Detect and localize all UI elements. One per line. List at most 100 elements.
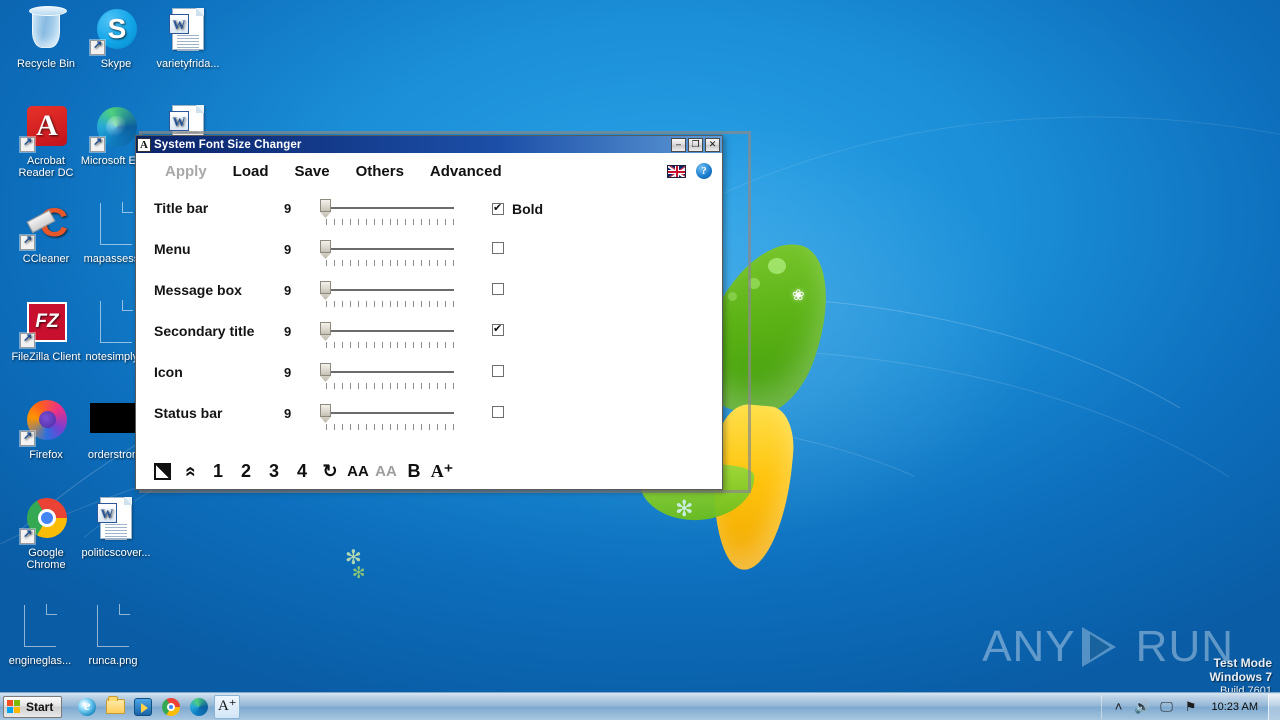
desktop[interactable]: ❀ ✻ ✻ ✻ Recycle BinSkypeWvarietyfrida...… [0, 0, 1280, 720]
slider-track[interactable] [326, 412, 454, 414]
preset-1-button[interactable]: 1 [204, 458, 232, 484]
desktop-icon-ccleaner[interactable]: CCleaner [8, 200, 84, 265]
menu-item-save[interactable]: Save [282, 161, 343, 182]
default-size-button[interactable] [148, 458, 176, 484]
taskbar-item-edge[interactable] [186, 695, 212, 719]
menu-item-list[interactable]: Apply Load Save Others Advanced [152, 161, 515, 182]
preset-4-button[interactable]: 4 [288, 458, 316, 484]
taskbar-item-windows-explorer[interactable] [102, 695, 128, 719]
bold-checkbox-wrapper[interactable] [454, 400, 504, 418]
bold-all-button[interactable]: B [400, 458, 428, 484]
slider-track[interactable] [326, 330, 454, 332]
font-size-slider[interactable] [314, 361, 454, 397]
font-size-slider[interactable] [314, 279, 454, 315]
bold-checkbox[interactable] [492, 283, 504, 295]
slider-thumb[interactable] [320, 322, 331, 335]
bold-checkbox-wrapper[interactable] [454, 236, 504, 254]
chrome-icon [20, 495, 70, 544]
bold-checkbox[interactable] [492, 365, 504, 377]
minimize-button[interactable]: – [671, 137, 686, 152]
desktop-icon-google-chrome[interactable]: Google Chrome [8, 495, 84, 571]
slider-thumb[interactable] [320, 240, 331, 253]
anyrun-watermark: ANY RUN [982, 622, 1234, 672]
window-titlebar[interactable]: A System Font Size Changer – ❐ ✕ [136, 136, 722, 153]
volume-icon[interactable]: 🔊 [1134, 698, 1152, 716]
slider-track[interactable] [326, 371, 454, 373]
taskbar[interactable]: Start A⁺ ˄ 🔊 🖵 ⚑ 10:23 AM [0, 692, 1280, 720]
menu-item-others[interactable]: Others [343, 161, 417, 182]
desktop-icon-politicscover[interactable]: Wpoliticscover... [78, 495, 154, 559]
slider-thumb[interactable] [320, 281, 331, 294]
bold-checkbox[interactable] [492, 201, 504, 215]
menubar-right-icons[interactable]: ? [667, 163, 722, 179]
font-size-slider[interactable] [314, 238, 454, 274]
bold-checkbox-wrapper[interactable]: Bold [454, 195, 543, 217]
maximize-button[interactable]: ❐ [688, 137, 703, 152]
anyrun-text-run: RUN [1135, 622, 1234, 671]
menu-item-load[interactable]: Load [220, 161, 282, 182]
bold-checkbox[interactable] [492, 242, 504, 254]
font-size-slider[interactable] [314, 402, 454, 438]
close-button[interactable]: ✕ [705, 137, 720, 152]
font-settings-rows[interactable]: Title bar9BoldMenu9Message box9Secondary… [136, 189, 722, 453]
refresh-button[interactable]: ↻ [316, 458, 344, 484]
desktop-icon-label: CCleaner [22, 253, 70, 265]
help-icon[interactable]: ? [696, 163, 712, 179]
desktop-icon-label: varietyfrida... [156, 58, 220, 70]
menu-item-advanced[interactable]: Advanced [417, 161, 515, 182]
increase-all-button[interactable]: AA [344, 458, 372, 484]
desktop-icon-engineglas[interactable]: engineglas... [2, 603, 78, 667]
font-plus-button[interactable]: A⁺ [428, 458, 456, 484]
desktop-icon-recycle-bin[interactable]: Recycle Bin [8, 6, 84, 70]
taskbar-quicklaunch[interactable]: A⁺ [74, 694, 241, 719]
bold-checkbox[interactable] [492, 322, 504, 336]
slider-track[interactable] [326, 207, 454, 209]
system-font-size-changer-window[interactable]: A System Font Size Changer – ❐ ✕ Apply Lo… [135, 135, 723, 490]
shortcut-arrow-icon [20, 430, 35, 446]
taskbar-item-internet-explorer[interactable] [74, 695, 100, 719]
system-tray[interactable]: ˄ 🔊 🖵 ⚑ 10:23 AM [1100, 694, 1266, 719]
desktop-icon-filezilla-client[interactable]: FileZilla Client [8, 299, 84, 363]
desktop-icon-firefox[interactable]: Firefox [8, 397, 84, 461]
slider-track[interactable] [326, 248, 454, 250]
windows-explorer-icon [105, 696, 125, 714]
network-icon[interactable]: 🖵 [1158, 698, 1176, 716]
slider-track[interactable] [326, 289, 454, 291]
bold-checkbox-wrapper[interactable] [454, 359, 504, 377]
slider-thumb[interactable] [320, 199, 331, 212]
desktop-icon-skype[interactable]: Skype [78, 6, 154, 70]
slider-ticks [326, 383, 454, 390]
taskbar-item-chrome[interactable] [158, 695, 184, 719]
taskbar-item-media-player[interactable] [130, 695, 156, 719]
ccleaner-icon [20, 200, 70, 250]
font-size-value: 9 [284, 406, 292, 421]
taskbar-item-system-font-size-changer[interactable]: A⁺ [214, 694, 241, 719]
show-desktop-button[interactable] [1268, 693, 1280, 720]
font-size-value: 9 [284, 283, 292, 298]
tray-clock[interactable]: 10:23 AM [1206, 701, 1264, 713]
collapse-button[interactable]: « [176, 458, 204, 484]
preset-2-button[interactable]: 2 [232, 458, 260, 484]
window-bottom-toolbar[interactable]: « 1 2 3 4 ↻ AA AA B A⁺ [136, 453, 722, 489]
desktop-icon-varietyfrida[interactable]: Wvarietyfrida... [150, 6, 226, 70]
microsoft-edge-icon [90, 103, 140, 152]
bold-checkbox[interactable] [492, 406, 504, 418]
uk-flag-icon[interactable] [667, 164, 686, 178]
window-system-buttons[interactable]: – ❐ ✕ [671, 137, 720, 152]
slider-ticks [326, 301, 454, 308]
desktop-icon-label: Skype [100, 58, 132, 70]
bold-checkbox-wrapper[interactable] [454, 277, 504, 295]
slider-thumb[interactable] [320, 363, 331, 376]
preset-3-button[interactable]: 3 [260, 458, 288, 484]
font-size-slider[interactable] [314, 320, 454, 356]
start-button[interactable]: Start [3, 695, 63, 718]
desktop-icon-runca-png[interactable]: runca.png [75, 603, 151, 667]
slider-thumb[interactable] [320, 404, 331, 417]
window-menubar[interactable]: Apply Load Save Others Advanced ? [136, 153, 722, 189]
desktop-icon-acrobat-reader-dc[interactable]: Acrobat Reader DC [8, 103, 84, 179]
action-center-flag-icon[interactable]: ⚑ [1182, 698, 1200, 716]
font-size-slider[interactable] [314, 197, 454, 233]
tray-chevron-up-icon[interactable]: ˄ [1110, 698, 1128, 716]
bold-checkbox-wrapper[interactable] [454, 318, 504, 336]
bold-column-label: Bold [512, 201, 544, 217]
